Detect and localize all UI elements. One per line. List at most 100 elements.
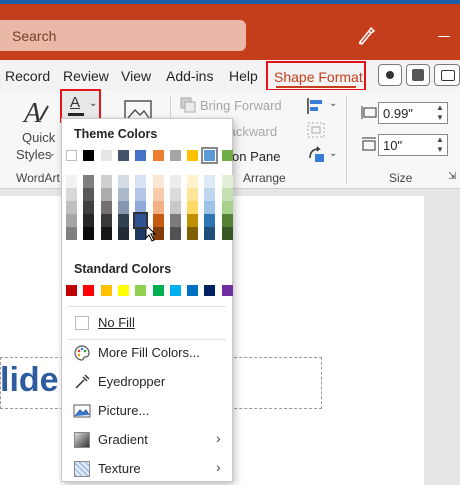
theme-shade-swatch[interactable] xyxy=(204,175,216,188)
dialog-launcher-icon[interactable]: ⇲ xyxy=(448,171,456,182)
tab-view[interactable]: View xyxy=(121,68,151,84)
theme-color-swatch[interactable] xyxy=(66,150,77,161)
theme-shade-swatch[interactable] xyxy=(66,214,77,227)
record-button[interactable] xyxy=(378,64,402,86)
theme-shade-swatch[interactable] xyxy=(100,227,112,240)
tab-add-ins[interactable]: Add-ins xyxy=(166,68,213,84)
more-fill-colors-item[interactable]: More Fill Colors... xyxy=(62,339,232,367)
search-box[interactable]: Search xyxy=(0,20,246,51)
tab-record[interactable]: Record xyxy=(5,68,50,84)
theme-shade-swatch[interactable] xyxy=(100,201,112,214)
designer-pen-icon[interactable] xyxy=(356,26,376,46)
bring-forward-label[interactable]: Bring Forward xyxy=(200,98,282,113)
theme-shade-swatch[interactable] xyxy=(83,188,95,201)
theme-shade-swatch[interactable] xyxy=(169,214,181,227)
theme-shade-swatch[interactable] xyxy=(117,227,129,240)
theme-shade-swatch[interactable] xyxy=(100,214,112,227)
selection-pane-label[interactable]: on Pane xyxy=(232,149,280,164)
theme-shade-swatch[interactable] xyxy=(187,188,199,201)
theme-shade-swatch[interactable] xyxy=(66,201,77,214)
theme-shade-swatch[interactable] xyxy=(187,201,199,214)
theme-shade-swatch[interactable] xyxy=(152,175,164,188)
theme-shade-swatch[interactable] xyxy=(221,227,233,240)
present-teams-button[interactable] xyxy=(406,64,430,86)
theme-shade-swatch[interactable] xyxy=(204,201,216,214)
eyedropper-item[interactable]: Eyedropper xyxy=(62,368,232,396)
standard-color-swatch[interactable] xyxy=(100,285,112,296)
theme-shade-swatch[interactable] xyxy=(169,227,181,240)
theme-shade-swatch[interactable] xyxy=(221,201,233,214)
theme-color-swatch[interactable] xyxy=(201,147,219,164)
theme-shade-swatch[interactable] xyxy=(169,188,181,201)
standard-color-swatch[interactable] xyxy=(187,285,199,296)
bring-forward-icon[interactable] xyxy=(180,97,196,113)
theme-color-swatch[interactable] xyxy=(100,150,112,161)
theme-shade-swatch[interactable] xyxy=(187,227,199,240)
theme-color-swatch[interactable] xyxy=(83,150,95,161)
theme-shade-swatch[interactable] xyxy=(66,227,77,240)
standard-color-swatch[interactable] xyxy=(66,285,77,296)
theme-shade-swatch[interactable] xyxy=(152,188,164,201)
spin-down-icon[interactable]: ▼ xyxy=(436,145,444,154)
theme-shade-swatch[interactable] xyxy=(152,201,164,214)
standard-color-swatch[interactable] xyxy=(152,285,164,296)
theme-shade-swatch[interactable] xyxy=(204,188,216,201)
standard-color-swatch[interactable] xyxy=(83,285,95,296)
no-fill-item[interactable]: No Fill xyxy=(62,309,232,337)
theme-color-swatch[interactable] xyxy=(221,150,233,161)
quick-styles-label[interactable]: Quick xyxy=(22,130,55,145)
theme-shade-swatch[interactable] xyxy=(133,212,149,229)
theme-shade-swatch[interactable] xyxy=(221,214,233,227)
standard-color-swatch[interactable] xyxy=(169,285,181,296)
standard-color-swatch[interactable] xyxy=(204,285,216,296)
standard-color-swatch[interactable] xyxy=(135,285,147,296)
theme-shade-swatch[interactable] xyxy=(187,175,199,188)
spin-up-icon[interactable]: ▲ xyxy=(436,135,444,144)
theme-shade-swatch[interactable] xyxy=(66,175,77,188)
theme-color-swatch[interactable] xyxy=(152,150,164,161)
shape-height-input[interactable]: 0.99" ▲ ▼ xyxy=(378,102,448,124)
theme-shade-swatch[interactable] xyxy=(100,188,112,201)
theme-color-swatch[interactable] xyxy=(117,150,129,161)
theme-shade-swatch[interactable] xyxy=(135,188,147,201)
gradient-item[interactable]: Gradient › xyxy=(62,426,232,454)
theme-shade-swatch[interactable] xyxy=(187,214,199,227)
tab-review[interactable]: Review xyxy=(63,68,109,84)
spin-up-icon[interactable]: ▲ xyxy=(436,103,444,112)
theme-shade-swatch[interactable] xyxy=(66,188,77,201)
picture-item[interactable]: Picture... xyxy=(62,397,232,425)
quick-styles-icon[interactable]: A xyxy=(22,98,52,130)
theme-shade-swatch[interactable] xyxy=(135,175,147,188)
tab-help[interactable]: Help xyxy=(229,68,258,84)
theme-shade-swatch[interactable] xyxy=(83,201,95,214)
align-icon[interactable] xyxy=(306,97,328,115)
theme-color-swatch[interactable] xyxy=(135,150,147,161)
standard-color-swatch[interactable] xyxy=(117,285,129,296)
quick-styles-label-2[interactable]: Styles xyxy=(16,147,51,162)
theme-shade-swatch[interactable] xyxy=(221,175,233,188)
theme-shade-swatch[interactable] xyxy=(135,201,147,214)
theme-shade-swatch[interactable] xyxy=(83,214,95,227)
minimize-icon[interactable] xyxy=(438,36,450,37)
theme-shade-swatch[interactable] xyxy=(117,188,129,201)
texture-item[interactable]: Texture › xyxy=(62,455,232,483)
theme-shade-swatch[interactable] xyxy=(117,201,129,214)
group-icon[interactable] xyxy=(306,121,328,139)
comments-button[interactable] xyxy=(434,64,460,86)
shape-width-input[interactable]: 10" ▲ ▼ xyxy=(378,134,448,156)
theme-shade-swatch[interactable] xyxy=(83,227,95,240)
theme-color-swatch[interactable] xyxy=(187,150,199,161)
theme-shade-swatch[interactable] xyxy=(221,188,233,201)
standard-color-swatch[interactable] xyxy=(221,285,233,296)
theme-shade-swatch[interactable] xyxy=(83,175,95,188)
theme-shade-swatch[interactable] xyxy=(117,214,129,227)
theme-shade-swatch[interactable] xyxy=(100,175,112,188)
theme-color-swatch[interactable] xyxy=(169,150,181,161)
rotate-icon[interactable] xyxy=(306,146,328,164)
theme-shade-swatch[interactable] xyxy=(117,175,129,188)
theme-shade-swatch[interactable] xyxy=(169,201,181,214)
theme-shade-swatch[interactable] xyxy=(169,175,181,188)
spin-down-icon[interactable]: ▼ xyxy=(436,113,444,122)
theme-shade-swatch[interactable] xyxy=(204,227,216,240)
theme-shade-swatch[interactable] xyxy=(204,214,216,227)
